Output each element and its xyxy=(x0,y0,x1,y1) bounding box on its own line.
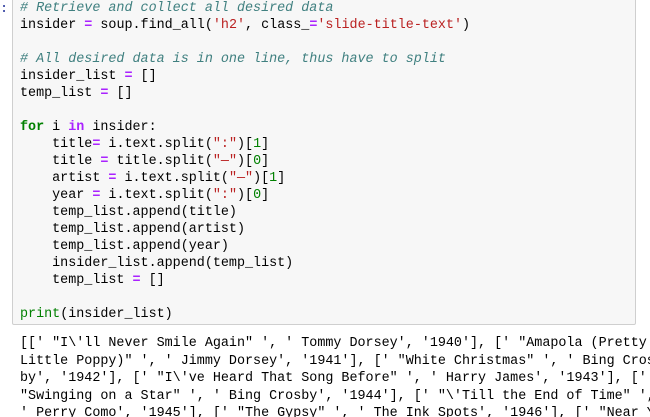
code-line: title = title.split("—")[0] xyxy=(20,153,470,170)
output-line: ' Perry Como', '1945'], [' "The Gypsy" '… xyxy=(20,406,650,417)
code-token: )[ xyxy=(236,188,254,203)
code-token: ":" xyxy=(212,137,237,152)
code-cell-input[interactable]: # Retrieve and collect all desired data i… xyxy=(12,0,636,325)
code-token: 1 xyxy=(269,171,278,186)
code-token: artist xyxy=(20,171,109,186)
code-token: [] xyxy=(108,86,133,101)
output-line: "Swinging on a Star" ', ' Bing Crosby', … xyxy=(20,388,650,404)
code-token: insider_list xyxy=(20,69,125,84)
code-line: title= i.text.split(":")[1] xyxy=(20,136,470,153)
code-token: (insider_list) xyxy=(60,307,173,322)
code-token: [] xyxy=(140,273,165,288)
code-token: ) xyxy=(462,18,471,33)
code-token: )[ xyxy=(236,154,254,169)
output-line: by', '1942'], [' "I\'ve Heard That Song … xyxy=(20,371,647,386)
code-token: i xyxy=(44,120,69,135)
code-line: temp_list = [] xyxy=(20,85,470,102)
output-line: [[' "I\'ll Never Smile Again" ', ' Tommy… xyxy=(20,336,647,351)
code-token: ] xyxy=(277,171,286,186)
code-token: soup.find_all( xyxy=(92,18,213,33)
code-token: temp_list.append(year) xyxy=(20,239,229,254)
code-line: for i in insider: xyxy=(20,119,470,136)
code-token: insider: xyxy=(84,120,157,135)
code-line: insider_list = [] xyxy=(20,68,470,85)
code-token: year xyxy=(20,188,93,203)
code-line: temp_list = [] xyxy=(20,272,470,289)
code-token: i.text.split( xyxy=(100,137,213,152)
prompt-marker: : xyxy=(0,1,9,16)
code-line: artist = i.text.split("—")[1] xyxy=(20,170,470,187)
code-token: 0 xyxy=(253,188,262,203)
code-editor[interactable]: # Retrieve and collect all desired data i… xyxy=(20,0,470,323)
code-token: in xyxy=(68,120,85,135)
code-token: insider xyxy=(20,18,85,33)
code-token: ] xyxy=(261,154,270,169)
code-token: )[ xyxy=(236,137,254,152)
code-token: [] xyxy=(132,69,157,84)
code-token: = xyxy=(124,69,133,84)
code-line: insider = soup.find_all('h2', class_='sl… xyxy=(20,17,470,34)
code-token: , class_ xyxy=(245,18,310,33)
code-token: for xyxy=(20,120,45,135)
code-line: year = i.text.split(":")[0] xyxy=(20,187,470,204)
output-line: Little Poppy)" ', ' Jimmy Dorsey', '1941… xyxy=(20,353,650,369)
code-token: title.split( xyxy=(108,154,213,169)
code-token: ] xyxy=(261,137,270,152)
code-line: print(insider_list) xyxy=(20,306,470,323)
code-token: "—" xyxy=(212,154,237,169)
code-line: # Retrieve and collect all desired data xyxy=(20,0,470,17)
code-token: i.text.split( xyxy=(100,188,213,203)
code-token: insider_list.append(temp_list) xyxy=(20,256,294,271)
code-token: temp_list xyxy=(20,273,133,288)
code-line: insider_list.append(temp_list) xyxy=(20,255,470,272)
code-token: # Retrieve and collect all desired data xyxy=(20,1,334,16)
code-line: temp_list.append(year) xyxy=(20,238,470,255)
code-token: # All desired data is in one line, thus … xyxy=(20,52,446,67)
code-token: )[ xyxy=(253,171,270,186)
code-line: temp_list.append(artist) xyxy=(20,221,470,238)
code-token: 'h2' xyxy=(212,18,246,33)
code-line: temp_list.append(title) xyxy=(20,204,470,221)
code-token: 'slide-title-text' xyxy=(317,18,463,33)
code-token: = xyxy=(132,273,141,288)
code-token: temp_list.append(title) xyxy=(20,205,237,220)
code-token: "—" xyxy=(228,171,254,186)
code-token: 0 xyxy=(253,154,262,169)
code-token: 1 xyxy=(253,137,262,152)
code-token: title xyxy=(20,137,93,152)
code-token: i.text.split( xyxy=(116,171,229,186)
code-token: title xyxy=(20,154,101,169)
code-line: # All desired data is in one line, thus … xyxy=(20,51,470,68)
code-token: print xyxy=(20,307,61,322)
code-token: ":" xyxy=(212,188,237,203)
code-token: temp_list.append(artist) xyxy=(20,222,245,237)
cell-output: [[' "I\'ll Never Smile Again" ', ' Tommy… xyxy=(20,335,650,417)
code-token: temp_list xyxy=(20,86,101,101)
code-token: ] xyxy=(261,188,270,203)
